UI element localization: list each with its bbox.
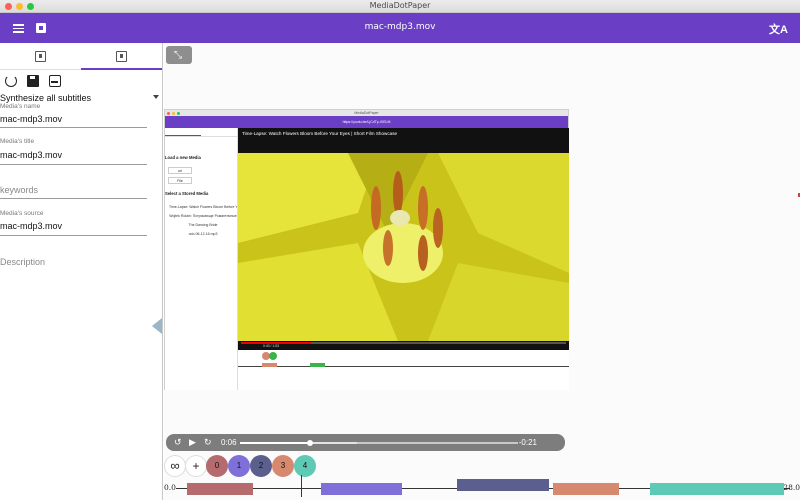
embedded-stored-item: odo-06-12-16.mp3	[188, 232, 218, 236]
embedded-video: Time-Lapse: Watch Flowers Bloom Before Y…	[238, 128, 569, 350]
track-1-button[interactable]: 1	[228, 455, 250, 477]
translate-icon[interactable]: 文A	[769, 21, 788, 37]
app-title: mac-mdp3.mov	[364, 22, 436, 32]
embedded-video-controls: 0:40 / 1:53	[238, 341, 569, 350]
embedded-active-tab-indicator	[165, 135, 201, 136]
main-area: ⤡ MediaDotPaper https://youtu.be/LjCdTp-…	[164, 43, 800, 500]
expand-icon: ⤡	[174, 50, 182, 61]
chevron-down-icon[interactable]	[153, 95, 159, 99]
loop-button[interactable]: ∞	[165, 456, 185, 476]
media-player-bar: ↺ ▶ ↻ 0:06 -0:21	[166, 434, 565, 451]
track-2-button[interactable]: 2	[250, 455, 272, 477]
embedded-track-dot	[269, 352, 277, 360]
media-viewer[interactable]: MediaDotPaper https://youtu.be/LjCdTp-IX…	[164, 109, 569, 390]
embedded-sidebar: Load a new Media url File Select a Store…	[165, 128, 238, 390]
save-icon[interactable]	[27, 75, 39, 87]
embedded-track-controls	[238, 350, 569, 390]
embedded-minimize-icon	[172, 111, 175, 115]
timeline-segment[interactable]	[456, 479, 549, 491]
document-icon	[116, 51, 127, 62]
seek-handle[interactable]	[306, 440, 313, 446]
description-field[interactable]: Description	[0, 257, 147, 271]
timeline-playhead[interactable]	[300, 475, 302, 497]
current-time: 0:06	[221, 438, 237, 447]
embedded-window-title: MediaDotPaper	[354, 111, 379, 115]
app-window: MediaDotPaper mac-mdp3.mov 文A Synthesize…	[0, 0, 800, 500]
media-name-field[interactable]: Media's name mac-mdp3.mov	[0, 101, 147, 128]
timeline-segment[interactable]	[186, 483, 253, 495]
embedded-video-progress	[241, 342, 566, 344]
keywords-placeholder[interactable]: keywords	[0, 185, 38, 195]
embedded-url-button: url	[168, 167, 192, 174]
remaining-time: -0:21	[518, 438, 537, 447]
embedded-url: https://youtu.be/LjCdTp-IXELM	[342, 120, 391, 124]
seek-progress	[240, 442, 310, 444]
sidebar: Synthesize all subtitles Media's name ma…	[0, 43, 163, 500]
embedded-maximize-icon	[177, 111, 180, 115]
media-title-label: Media's title	[0, 138, 35, 145]
media-name-value[interactable]: mac-mdp3.mov	[0, 114, 62, 124]
track-3-button[interactable]: 3	[272, 455, 294, 477]
embedded-file-button: File	[168, 177, 192, 184]
embedded-stored-item: The Dancing Bride	[188, 223, 218, 227]
embedded-video-time: 0:40 / 1:53	[263, 344, 280, 348]
embedded-app-bar: https://youtu.be/LjCdTp-IXELM	[165, 116, 568, 128]
timeline-segment[interactable]	[553, 483, 619, 495]
media-source-field[interactable]: Media's source mac-mdp3.mov	[0, 209, 147, 236]
description-placeholder[interactable]: Description	[0, 257, 45, 267]
collapse-sidebar-handle[interactable]	[152, 318, 162, 334]
add-track-button[interactable]: +	[186, 456, 206, 476]
forward-icon[interactable]: ↻	[204, 437, 212, 448]
embedded-close-icon	[167, 111, 170, 115]
timeline-segment[interactable]	[320, 483, 402, 495]
window-titlebar: MediaDotPaper	[0, 0, 800, 13]
media-name-label: Media's name	[0, 103, 41, 110]
embedded-timeline-segment	[310, 363, 325, 367]
media-title-value[interactable]: mac-mdp3.mov	[0, 150, 62, 160]
window-title: MediaDotPaper	[369, 1, 431, 10]
embedded-video-title: Time-Lapse: Watch Flowers Bloom Before Y…	[242, 131, 398, 136]
media-library-icon	[35, 51, 46, 62]
expand-button[interactable]: ⤡	[166, 46, 192, 64]
embedded-stored-heading: Select a Stored Media	[165, 191, 209, 196]
flower-video-frame	[238, 153, 569, 341]
keywords-field[interactable]: keywords	[0, 181, 147, 199]
rewind-icon[interactable]: ↺	[174, 437, 182, 448]
media-title-field[interactable]: Media's title mac-mdp3.mov	[0, 137, 147, 165]
track-0-button[interactable]: 0	[206, 455, 228, 477]
tab-media-library[interactable]	[0, 43, 81, 70]
track-4-button[interactable]: 4	[294, 455, 316, 477]
subtitles-icon[interactable]	[49, 75, 61, 87]
embedded-stored-item: Time-Lapse: Watch Flowers Bloom Before Y	[169, 205, 237, 209]
timeline-start-label: 0.0	[164, 483, 176, 492]
timeline-segment[interactable]	[649, 483, 784, 495]
app-bar: mac-mdp3.mov 文A	[0, 13, 800, 43]
subtitle-timeline[interactable]: 0.0 28.0	[164, 475, 800, 500]
tab-media-details[interactable]	[81, 43, 162, 70]
timeline-end-label: 28.0	[783, 483, 800, 492]
media-source-label: Media's source	[0, 210, 44, 217]
embedded-timeline-segment	[262, 363, 277, 367]
media-source-value[interactable]: mac-mdp3.mov	[0, 221, 62, 231]
play-icon[interactable]: ▶	[189, 437, 196, 448]
embedded-timeline-axis	[238, 366, 569, 367]
embedded-tabs	[165, 128, 237, 137]
seek-slider[interactable]	[240, 440, 518, 446]
sidebar-tabs	[0, 43, 162, 70]
embedded-load-heading: Load a new Media	[165, 155, 201, 160]
embedded-stored-item: Wojtek Rolain: Потрясающе Романтичные	[169, 214, 237, 218]
refresh-icon[interactable]	[5, 75, 17, 87]
